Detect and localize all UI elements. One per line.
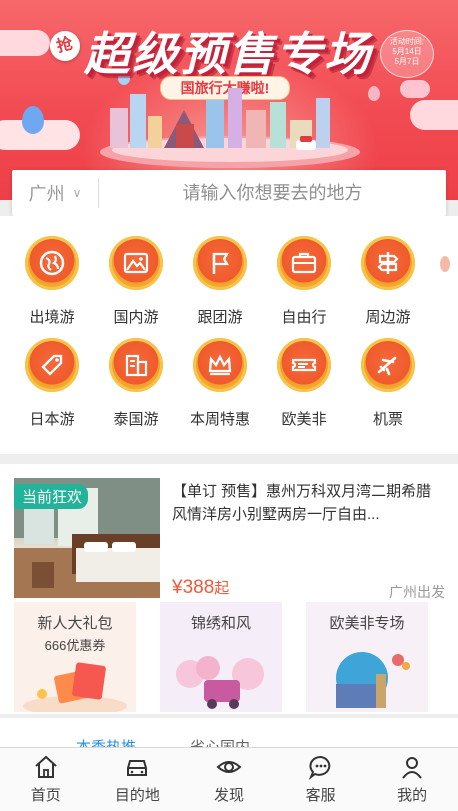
sakura-illustration bbox=[176, 656, 264, 709]
promo-title: 新人大礼包 bbox=[37, 615, 113, 632]
price-suffix: 起 bbox=[214, 580, 230, 597]
cloud-decoration bbox=[0, 30, 50, 56]
category-item[interactable]: 自由行 bbox=[264, 236, 344, 327]
category-item[interactable]: 出境游 bbox=[12, 236, 92, 327]
product-title[interactable]: 【单订 预售】惠州万科双月湾二期希腊风情洋房小别墅两房一厅自由... bbox=[172, 480, 444, 526]
nav-label: 发现 bbox=[213, 787, 244, 804]
coupon-illustration bbox=[23, 662, 127, 712]
category-item[interactable]: 泰国游 bbox=[96, 338, 176, 429]
city-selector[interactable]: 广州 ∨ bbox=[12, 178, 99, 208]
suitcase-icon bbox=[291, 252, 317, 274]
product-price: ¥388起 bbox=[172, 577, 229, 599]
promo-japan-style[interactable]: 锦绣和风 bbox=[160, 602, 282, 712]
plane-icon bbox=[377, 356, 397, 376]
promo-euro-africa[interactable]: 欧美非专场 bbox=[306, 602, 428, 712]
category-item[interactable]: 跟团游 bbox=[180, 236, 260, 327]
grid-scroll-hint bbox=[440, 256, 450, 272]
ticket-icon bbox=[291, 358, 317, 372]
destination-search-input[interactable] bbox=[99, 177, 446, 209]
nav-home[interactable]: 首页 bbox=[0, 748, 92, 811]
city-label: 广州 bbox=[28, 184, 65, 204]
nav-label: 目的地 bbox=[114, 787, 160, 804]
nav-label: 我的 bbox=[397, 787, 428, 804]
mountain-icon bbox=[123, 252, 149, 274]
nav-label: 首页 bbox=[30, 787, 61, 804]
product-thumbnail[interactable]: 当前狂欢 bbox=[14, 478, 160, 598]
recommend-tabs: 本季热推 省心国内 bbox=[0, 718, 458, 748]
category-item[interactable]: 周边游 bbox=[348, 236, 428, 327]
chevron-down-icon: ∨ bbox=[72, 186, 82, 200]
chat-icon bbox=[308, 756, 330, 780]
home-icon bbox=[35, 755, 57, 778]
promo-title: 锦绣和风 bbox=[190, 615, 251, 632]
category-item[interactable]: 国内游 bbox=[96, 236, 176, 327]
tag-icon bbox=[41, 354, 63, 376]
category-label: 泰国游 bbox=[113, 411, 159, 428]
globe-icon bbox=[39, 250, 65, 276]
cloud-decoration bbox=[400, 80, 430, 98]
signpost-icon bbox=[377, 252, 399, 274]
event-date-label: 活动时间: bbox=[389, 37, 425, 46]
landmark-illustration bbox=[336, 652, 410, 708]
price-value: 388 bbox=[182, 577, 215, 598]
cloud-decoration bbox=[410, 100, 458, 130]
featured-product-card[interactable]: 当前狂欢 【单订 预售】惠州万科双月湾二期希腊风情洋房小别墅两房一厅自由... … bbox=[0, 464, 458, 714]
banner-headline: 超级预售专场 bbox=[84, 28, 372, 80]
flag-icon bbox=[212, 252, 229, 274]
category-item[interactable]: 机票 bbox=[348, 338, 428, 429]
bottom-navigation: 首页 目的地 发现 客服 我的 bbox=[0, 747, 458, 811]
category-item[interactable]: 本周特惠 bbox=[180, 338, 260, 429]
category-item[interactable]: 日本游 bbox=[12, 338, 92, 429]
departure-city: 广州出发 bbox=[389, 584, 445, 600]
search-bar: 广州 ∨ bbox=[12, 170, 446, 216]
event-date-end: 5月7日 bbox=[394, 57, 420, 66]
category-label: 本周特惠 bbox=[189, 411, 250, 428]
event-date-bubble: 活动时间: 5月14日 5月7日 bbox=[380, 30, 434, 78]
category-label: 国内游 bbox=[113, 309, 159, 326]
category-label: 自由行 bbox=[281, 309, 327, 326]
category-grid: 出境游 国内游 跟团游 自由行 周边游 日本游 泰国游 本周特惠 欧美非 机票 bbox=[0, 216, 458, 454]
price-symbol: ¥ bbox=[172, 577, 183, 598]
category-label: 机票 bbox=[372, 411, 403, 428]
nav-label: 客服 bbox=[305, 787, 336, 804]
promo-title: 欧美非专场 bbox=[329, 615, 405, 632]
promo-tag: 当前狂欢 bbox=[14, 484, 89, 509]
category-item[interactable]: 欧美非 bbox=[264, 338, 344, 429]
category-label: 欧美非 bbox=[281, 411, 327, 428]
category-label: 周边游 bbox=[365, 309, 411, 326]
category-label: 跟团游 bbox=[197, 309, 243, 326]
building-icon bbox=[125, 354, 148, 377]
balloon-decoration bbox=[22, 106, 44, 134]
car-icon bbox=[127, 760, 148, 776]
promo-subtitle: 666优惠券 bbox=[44, 638, 106, 653]
user-icon bbox=[402, 757, 422, 779]
category-label: 出境游 bbox=[29, 309, 75, 326]
event-date-start: 5月14日 bbox=[392, 47, 422, 56]
grab-badge: 抢 bbox=[46, 27, 84, 65]
nav-profile[interactable]: 我的 bbox=[366, 748, 458, 811]
category-label: 日本游 bbox=[29, 411, 75, 428]
city-skyline-illustration bbox=[100, 88, 360, 168]
eye-icon bbox=[216, 761, 242, 773]
nav-discover[interactable]: 发现 bbox=[183, 748, 275, 811]
nav-destination[interactable]: 目的地 bbox=[92, 748, 184, 811]
promo-newcomer-gift[interactable]: 新人大礼包 666优惠券 bbox=[14, 602, 136, 712]
crown-icon bbox=[208, 354, 232, 376]
nav-service[interactable]: 客服 bbox=[275, 748, 367, 811]
